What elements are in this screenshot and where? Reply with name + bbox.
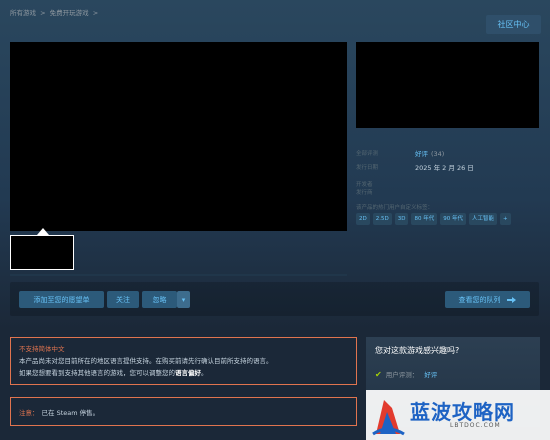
arrow-right-icon xyxy=(506,296,517,303)
watermark-name: 蓝波攻略网 xyxy=(410,400,515,424)
breadcrumb-separator: > xyxy=(92,9,99,17)
tag-ai[interactable]: 人工智能 xyxy=(468,213,497,225)
notice-text: 已在 Steam 停售。 xyxy=(41,408,100,417)
main-media-player[interactable] xyxy=(10,42,347,231)
breadcrumb-separator: > xyxy=(40,9,46,17)
interest-title: 您对这款游戏感兴趣吗? xyxy=(375,346,460,355)
language-warning-title: 不支持简体中文 xyxy=(19,345,65,353)
tag-list: 2D 2.5D 3D 80 年代 90 年代 人工智能 + xyxy=(356,213,511,225)
language-warning-text-2: 如果您想要看到支持其他语言的游戏，您可以调整您的语言偏好。 xyxy=(19,367,348,377)
tag-90s[interactable]: 90 年代 xyxy=(440,213,466,225)
language-preferences-link[interactable]: 语言偏好 xyxy=(175,369,201,377)
language-warning-prefix: 如果您想要看到支持其他语言的游戏，您可以调整您的 xyxy=(19,369,175,377)
interest-reviews-row: ✔ 用户评测： 好评 xyxy=(375,369,437,380)
ignore-dropdown-button[interactable]: ▾ xyxy=(177,291,190,308)
release-date-value: 2025 年 2 月 26 日 xyxy=(415,164,474,172)
view-queue-button[interactable]: 查看您的队列 xyxy=(445,291,530,308)
thumbnail-scrollbar[interactable] xyxy=(10,274,347,276)
interest-reviews-label: 用户评测： xyxy=(385,371,419,379)
notice-label: 注意： xyxy=(19,408,39,417)
header-capsule-image xyxy=(356,42,539,128)
tag-80s[interactable]: 80 年代 xyxy=(411,213,438,225)
breadcrumb: 所有游戏 > 免费开玩游戏 > xyxy=(10,7,100,17)
view-queue-label: 查看您的队列 xyxy=(458,295,501,304)
tag-2d[interactable]: 2D xyxy=(356,213,370,225)
tag-more-button[interactable]: + xyxy=(499,213,511,225)
delisted-notice: 注意： 已在 Steam 停售。 xyxy=(10,397,357,426)
reviews-label: 全部评测 xyxy=(356,151,379,157)
tags-label: 该产品的热门用户自定义标签： xyxy=(356,205,434,211)
watermark-url: LBTDOC.COM xyxy=(450,422,501,429)
thumbnail-selected-arrow xyxy=(37,228,49,235)
developer-label: 开发者 xyxy=(356,182,373,188)
tag-2-5d[interactable]: 2.5D xyxy=(372,213,392,225)
publisher-label: 发行商 xyxy=(356,190,373,196)
watermark: 蓝波攻略网 LBTDOC.COM xyxy=(366,390,550,440)
media-thumbnail[interactable] xyxy=(10,235,74,270)
tag-3d[interactable]: 3D xyxy=(394,213,409,225)
release-date-label: 发行日期 xyxy=(356,165,379,171)
reviews-value[interactable]: 好评 xyxy=(415,150,428,158)
follow-button[interactable]: 关注 xyxy=(107,291,139,308)
language-warning-suffix: 。 xyxy=(201,369,208,377)
add-to-wishlist-button[interactable]: 添加至您的愿望单 xyxy=(19,291,104,308)
ignore-button[interactable]: 忽略 xyxy=(142,291,177,308)
checkmark-icon: ✔ xyxy=(375,369,382,379)
watermark-logo xyxy=(372,400,405,436)
language-warning: 不支持简体中文 本产品尚未对您目前所在的地区语言提供支持。在购买前请先行确认目前… xyxy=(10,337,357,385)
language-warning-text: 本产品尚未对您目前所在的地区语言提供支持。在购买前请先行确认目前所支持的语言。 xyxy=(19,357,273,365)
breadcrumb-free-to-play[interactable]: 免费开玩游戏 xyxy=(50,9,89,17)
community-hub-button[interactable]: 社区中心 xyxy=(486,15,541,34)
reviews-count: (34) xyxy=(431,150,445,158)
interest-reviews-value[interactable]: 好评 xyxy=(424,369,437,379)
breadcrumb-all-games[interactable]: 所有游戏 xyxy=(10,9,36,17)
reviews-summary[interactable]: 好评 (34) xyxy=(415,148,444,158)
